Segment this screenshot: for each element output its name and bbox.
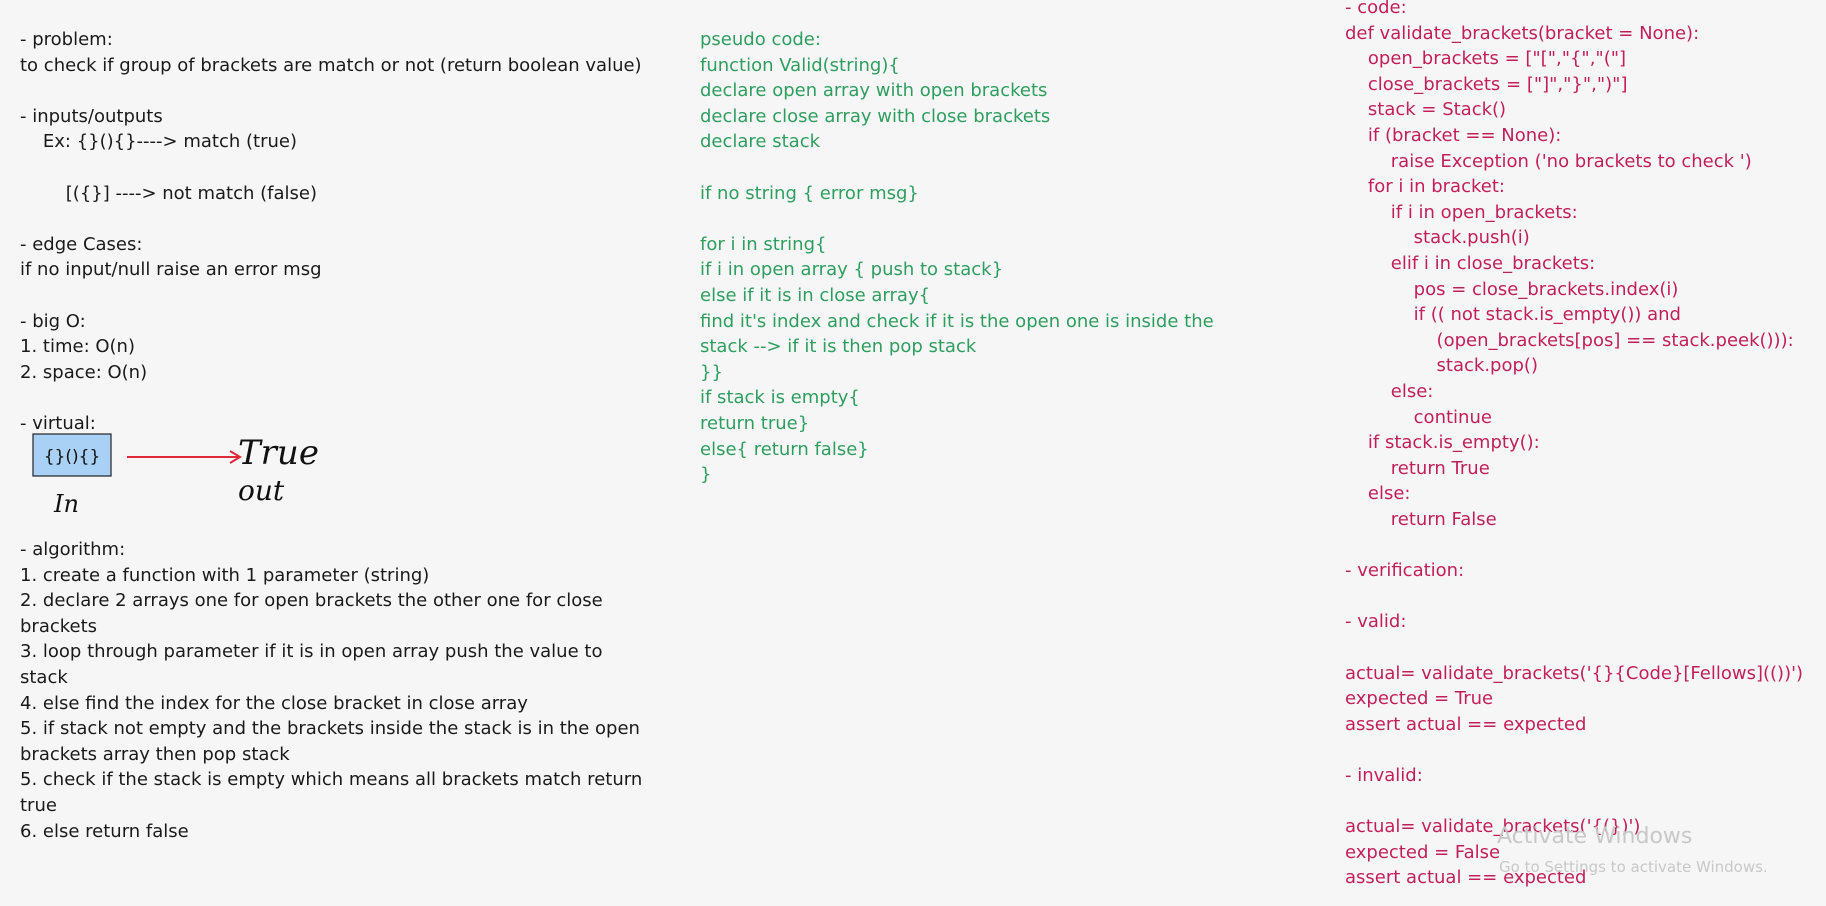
algorithm-line: - algorithm: bbox=[20, 539, 126, 560]
code-line: if (( not stack.is_empty()) and bbox=[1345, 304, 1681, 326]
code-line: - code: bbox=[1345, 0, 1407, 18]
virtual-sketch-drawing: {}(){} True out In bbox=[32, 433, 319, 518]
code-line: stack.pop() bbox=[1345, 355, 1538, 377]
algorithm-line: brackets array then pop stack bbox=[20, 743, 290, 765]
pseudo-code-line: else if it is in close array{ bbox=[700, 285, 931, 306]
code-line: continue bbox=[1345, 406, 1492, 428]
notes-line: [({}] ----> not match (false) bbox=[20, 182, 317, 204]
code-line: return True bbox=[1345, 457, 1490, 479]
notes-line: to check if group of brackets are match … bbox=[20, 54, 642, 76]
code-line: close_brackets = ["]","}",")"] bbox=[1345, 73, 1628, 95]
pseudo-code-line: } bbox=[700, 464, 712, 486]
code-line: else: bbox=[1345, 381, 1434, 402]
algorithm-line: 5. check if the stack is empty which mea… bbox=[20, 769, 643, 791]
notes-line: 1. time: O(n) bbox=[20, 336, 135, 358]
notes-line: Ex: {}(){}----> match (true) bbox=[20, 131, 297, 153]
code-line: if (bracket == None): bbox=[1345, 125, 1562, 146]
pseudo-code-line: if no string { error msg} bbox=[700, 182, 919, 204]
algorithm-line: true bbox=[20, 795, 57, 816]
algorithm-line: 3. loop through parameter if it is in op… bbox=[20, 641, 603, 663]
code-line: stack.push(i) bbox=[1345, 227, 1530, 249]
notes-line: - problem: bbox=[20, 29, 113, 50]
algorithm-line: 1. create a function with 1 parameter (s… bbox=[20, 564, 430, 586]
virtual-sketch: {}(){} True out In bbox=[20, 420, 340, 520]
code-line: expected = True bbox=[1345, 688, 1494, 710]
code-line: if stack.is_empty(): bbox=[1345, 432, 1540, 454]
pseudo-code-line: }} bbox=[700, 361, 723, 383]
code-line: raise Exception ('no brackets to check '… bbox=[1345, 150, 1752, 172]
algorithm-line: 5. if stack not empty and the brackets i… bbox=[20, 718, 640, 740]
algorithm-line: 2. declare 2 arrays one for open bracket… bbox=[20, 590, 603, 612]
pseudo-code-line: stack --> if it is then pop stack bbox=[700, 336, 977, 358]
algorithm-line: stack bbox=[20, 667, 68, 688]
in-label: In bbox=[53, 490, 79, 518]
code-line: elif i in close_brackets: bbox=[1345, 253, 1596, 274]
code-line: open_brackets = ["[","{","("] bbox=[1345, 48, 1627, 70]
algorithm-line: brackets bbox=[20, 615, 98, 637]
notes-line: - big O: bbox=[20, 310, 86, 332]
code-line: - invalid: bbox=[1345, 765, 1423, 786]
code-line: - valid: bbox=[1345, 611, 1407, 633]
pseudo-code-line: if i in open array { push to stack} bbox=[700, 259, 1004, 281]
pseudo-code-line: for i in string{ bbox=[700, 233, 827, 255]
code-line: for i in bracket: bbox=[1345, 176, 1505, 198]
pseudo-code-line: pseudo code: bbox=[700, 29, 821, 50]
notes-line: - edge Cases: bbox=[20, 233, 143, 255]
input-box-text: {}(){} bbox=[44, 447, 101, 467]
code-line: if i in open_brackets: bbox=[1345, 201, 1578, 223]
notes-line: 2. space: O(n) bbox=[20, 361, 148, 383]
code-line: - verification: bbox=[1345, 560, 1465, 582]
code-line: pos = close_brackets.index(i) bbox=[1345, 278, 1679, 300]
out-label: out bbox=[238, 474, 285, 507]
true-label: True bbox=[238, 433, 319, 473]
code-line: def validate_brackets(bracket = None): bbox=[1345, 22, 1700, 44]
activate-windows-title: Activate Windows bbox=[1497, 824, 1693, 849]
activate-windows-subtitle: Go to Settings to activate Windows. bbox=[1499, 858, 1768, 876]
notes-line: - inputs/outputs bbox=[20, 105, 163, 127]
code-line: assert actual == expected bbox=[1345, 713, 1587, 735]
pseudo-code-line: else{ return false} bbox=[700, 438, 869, 460]
notes-line: if no input/null raise an error msg bbox=[20, 259, 322, 281]
pseudo-code-line: if stack is empty{ bbox=[700, 387, 860, 409]
pseudo-code-line: function Valid(string){ bbox=[700, 54, 900, 76]
code-line: stack = Stack() bbox=[1345, 99, 1507, 121]
code-line: return False bbox=[1345, 509, 1497, 530]
code-line: actual= validate_brackets('{}{Code}[Fell… bbox=[1345, 662, 1804, 684]
code-line: expected = False bbox=[1345, 841, 1501, 863]
algorithm-line: 4. else find the index for the close bra… bbox=[20, 692, 528, 714]
pseudo-code-line: declare open array with open brackets bbox=[700, 80, 1048, 102]
pseudo-code-line: declare stack bbox=[700, 131, 821, 153]
code-line: else: bbox=[1345, 483, 1411, 505]
pseudo-code-line: find it's index and check if it is the o… bbox=[700, 310, 1214, 332]
algorithm-line: 6. else return false bbox=[20, 820, 189, 842]
code-line: (open_brackets[pos] == stack.peek())): bbox=[1345, 329, 1794, 351]
pseudo-code-line: return true} bbox=[700, 413, 810, 434]
pseudo-code-line: declare close array with close brackets bbox=[700, 105, 1051, 127]
